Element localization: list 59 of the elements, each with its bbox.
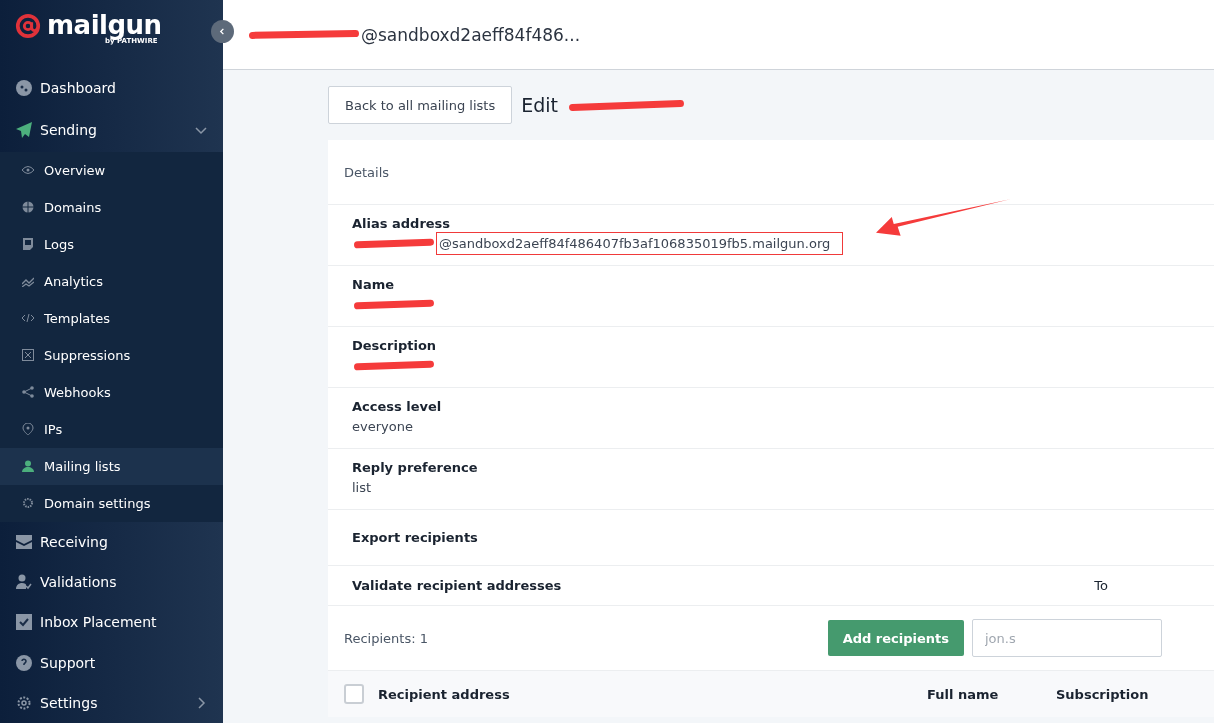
- sidebar-subitem[interactable]: Overview: [0, 151, 223, 189]
- chevron-right-icon: [195, 696, 207, 709]
- sidebar-item[interactable]: Validations: [0, 561, 223, 603]
- sidebar-item[interactable]: Settings: [0, 682, 223, 723]
- inbox-check-icon: [16, 614, 32, 631]
- at-sign-logo-icon: [15, 13, 41, 39]
- sidebar-subitem[interactable]: Analytics: [0, 262, 223, 300]
- column-header: Recipient address: [378, 686, 511, 702]
- field-label: Alias address: [352, 216, 452, 231]
- action-label[interactable]: Export recipients: [352, 530, 478, 545]
- blocked-box-icon: [22, 349, 34, 362]
- help-icon: [16, 654, 32, 671]
- select-all-checkbox[interactable]: [344, 684, 364, 704]
- envelope-icon: [16, 533, 32, 550]
- back-button[interactable]: Back to all mailing lists: [328, 86, 513, 124]
- sidebar-subitem[interactable]: Domain settings: [0, 484, 223, 522]
- field-label: Name: [352, 277, 395, 292]
- field-label: Description: [352, 338, 438, 353]
- person-icon: [22, 460, 34, 473]
- dashboard-icon: [16, 80, 32, 97]
- chevron-down-icon: [195, 124, 207, 137]
- settings-icon: [16, 694, 32, 711]
- sidebar-item[interactable]: Dashboard: [0, 67, 223, 110]
- sidebar-subitem[interactable]: Domains: [0, 188, 223, 226]
- sidebar-subitem[interactable]: Templates: [0, 299, 223, 337]
- column-header: Subscription: [1056, 686, 1150, 702]
- location-pin-icon: [22, 423, 34, 436]
- page-title: Edit: [521, 94, 558, 116]
- action-label[interactable]: Validate recipient addresses: [352, 578, 562, 593]
- sidebar-subitem[interactable]: Logs: [0, 225, 223, 263]
- sidebar-item[interactable]: Receiving: [0, 521, 223, 562]
- chevron-left-icon: [219, 28, 226, 35]
- field-value: @sandboxd2aeff84f486407fb3af106835019fb5.mailgun.org: [436, 231, 844, 255]
- search-field[interactable]: jon.s: [972, 619, 1162, 657]
- section-heading: Details: [344, 164, 390, 180]
- sidebar-item[interactable]: Sending: [0, 109, 223, 152]
- sidebar-subitem[interactable]: Webhooks: [0, 373, 223, 411]
- field-value: list: [352, 479, 372, 495]
- share-icon: [22, 386, 34, 399]
- paper-plane-icon: [16, 122, 32, 139]
- sidebar-subitem[interactable]: IPs: [0, 410, 223, 448]
- page-header-title: @sandboxd2aeff84f486...: [361, 24, 581, 45]
- field-label: Reply preference: [352, 460, 479, 475]
- sidebar-subitem[interactable]: Suppressions: [0, 336, 223, 374]
- gear-icon: [22, 497, 34, 510]
- field-value: everyone: [352, 418, 413, 434]
- sidebar-item[interactable]: Support: [0, 642, 223, 683]
- sidebar-subitem[interactable]: Mailing lists: [0, 447, 223, 485]
- globe-icon: [22, 201, 34, 214]
- recipients-count: Recipients: 1: [344, 630, 429, 646]
- trend-icon: [22, 275, 34, 288]
- column-header: Full name: [927, 686, 1000, 702]
- user-check-icon: [16, 573, 32, 590]
- field-label: Access level: [352, 399, 443, 414]
- eye-icon: [22, 164, 34, 177]
- code-icon: [22, 312, 34, 325]
- document-icon: [22, 238, 34, 251]
- action-note: To: [1094, 578, 1108, 593]
- sidebar-item[interactable]: Inbox Placement: [0, 602, 223, 643]
